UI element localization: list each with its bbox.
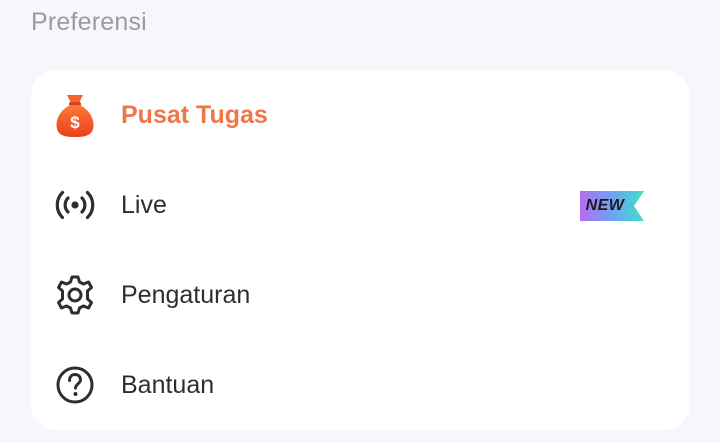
menu-item-pusat-tugas[interactable]: $ Pusat Tugas xyxy=(31,70,690,160)
menu-item-label: Pengaturan xyxy=(121,281,251,309)
badge-label: NEW xyxy=(585,197,625,214)
gear-icon xyxy=(53,273,97,317)
menu-item-pengaturan[interactable]: Pengaturan xyxy=(31,250,690,340)
section-title: Preferensi xyxy=(31,8,147,36)
svg-text:$: $ xyxy=(70,113,80,132)
menu-item-label: Pusat Tugas xyxy=(121,101,268,129)
new-badge: NEW xyxy=(578,189,646,223)
menu-item-bantuan[interactable]: Bantuan xyxy=(31,340,690,430)
preferences-card: $ Pusat Tugas Live NEW Pengaturan Bantua… xyxy=(31,70,690,430)
help-circle-icon xyxy=(53,363,97,407)
menu-item-label: Bantuan xyxy=(121,371,215,399)
menu-item-label: Live xyxy=(121,191,167,219)
money-bag-icon: $ xyxy=(53,93,97,137)
menu-item-live[interactable]: Live NEW xyxy=(31,160,690,250)
live-broadcast-icon xyxy=(53,183,97,227)
